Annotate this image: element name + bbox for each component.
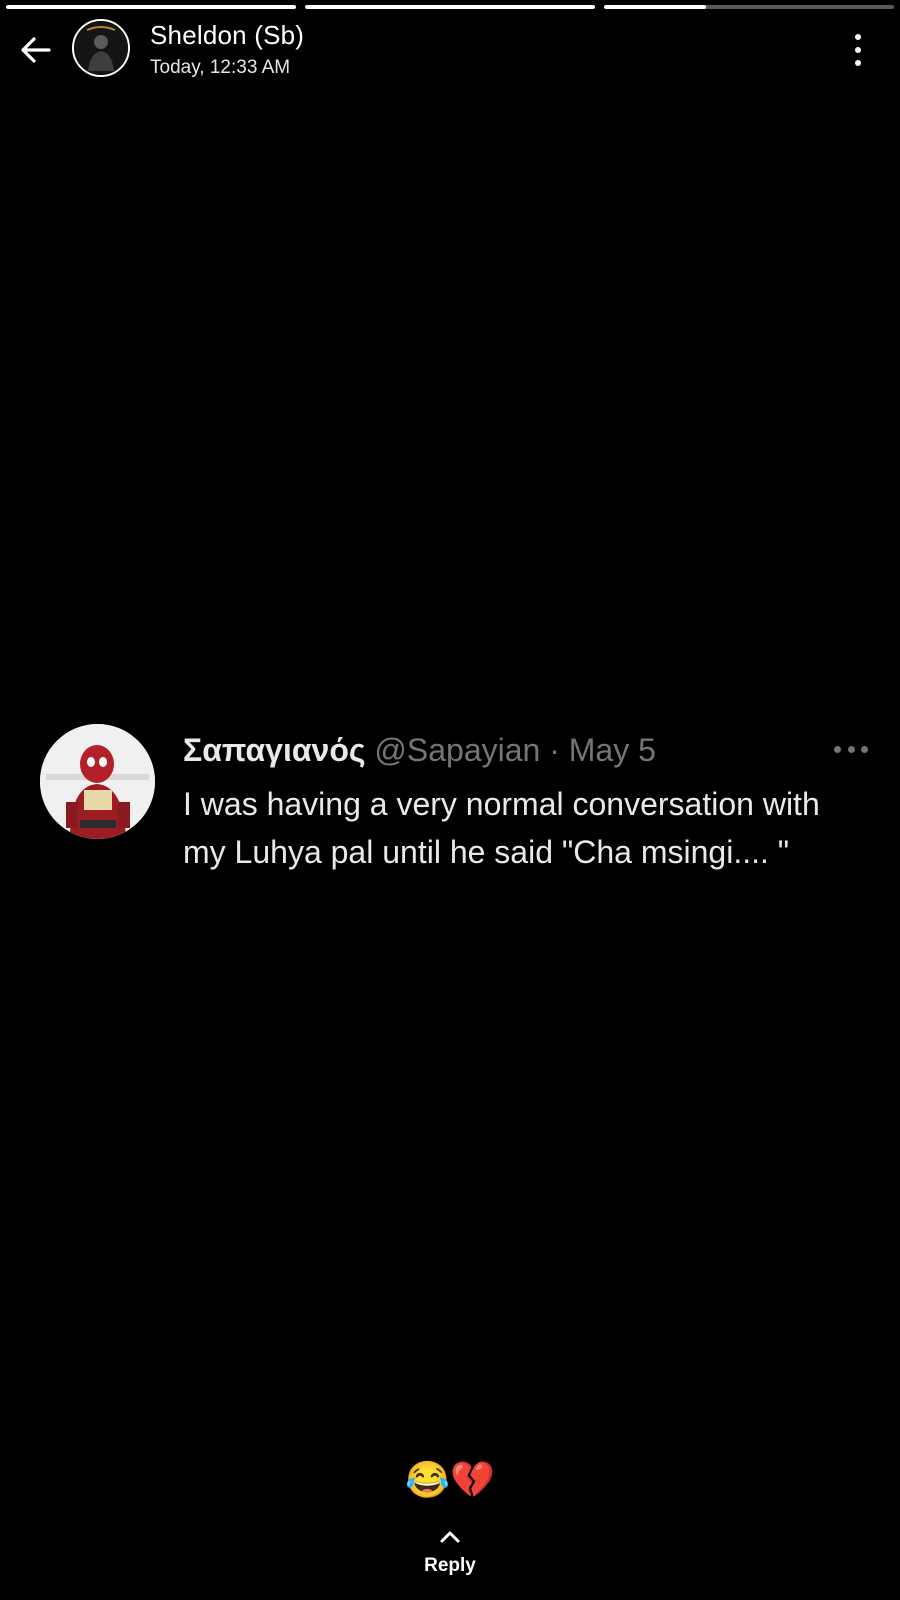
back-button[interactable]: [16, 32, 56, 68]
story-author-name[interactable]: Sheldon (Sb): [150, 20, 304, 51]
tweet-text: I was having a very normal conversation …: [183, 786, 820, 870]
story-progress: [6, 5, 894, 9]
avatar[interactable]: [72, 19, 130, 77]
more-vertical-icon: [855, 34, 861, 40]
tweet-screenshot: Σαπαγιανός @Sapayian · May 5 I was havin…: [40, 724, 870, 924]
progress-segment-3: [604, 5, 894, 9]
tweet-display-name: Σαπαγιανός: [183, 732, 366, 768]
chevron-up-icon: [440, 1531, 460, 1543]
tweet-separator: ·: [549, 732, 560, 768]
story-timestamp: Today, 12:33 AM: [150, 57, 291, 78]
reply-label: Reply: [424, 1555, 476, 1576]
tweet-date: May 5: [568, 732, 656, 768]
tweet-header: Σαπαγιανός @Sapayian · May 5: [183, 732, 656, 769]
tweet-avatar-image: [40, 724, 155, 839]
progress-segment-1: [6, 5, 296, 9]
tweet-more-icon: [834, 746, 868, 754]
reply-button[interactable]: Reply: [400, 1530, 500, 1590]
more-options-button[interactable]: [846, 34, 870, 66]
tweet-avatar: [40, 724, 155, 839]
progress-segment-2: [305, 5, 595, 9]
avatar-image: [74, 21, 128, 75]
tweet-handle: @Sapayian: [374, 732, 541, 768]
story-caption-emoji: 😂💔: [405, 1459, 495, 1500]
arrow-left-icon: [21, 37, 51, 63]
